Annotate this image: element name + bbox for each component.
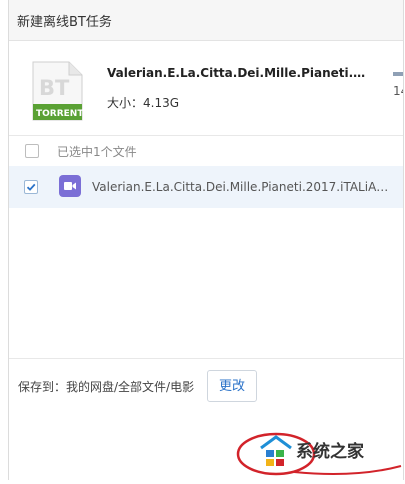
divider — [9, 135, 403, 136]
side-number: 14 — [393, 84, 403, 98]
change-path-button[interactable]: 更改 — [207, 370, 257, 402]
checkmark-icon — [26, 183, 36, 191]
select-all-checkbox[interactable] — [25, 144, 39, 158]
footer-divider — [9, 358, 403, 359]
torrent-size: 大小：4.13G — [107, 96, 180, 110]
file-row-name: Valerian.E.La.Citta.Dei.Mille.Pianeti.20… — [92, 180, 392, 194]
selection-summary: 已选中1个文件 — [57, 145, 137, 159]
side-progress-bar — [393, 72, 403, 76]
torrent-icon-label: BT — [39, 76, 70, 100]
watermark-text: 系统之家 — [296, 442, 364, 462]
torrent-name: Valerian.E.La.Citta.Dei.Mille.Pianeti.20… — [107, 66, 369, 80]
dialog-left-border — [8, 0, 9, 480]
offline-bt-dialog: 新建离线BT任务 BT TORRENT Valerian.E.La.Citta.… — [0, 0, 405, 480]
file-checkbox[interactable] — [24, 180, 38, 194]
torrent-file-icon: BT TORRENT — [31, 61, 84, 121]
save-path-label: 保存到：我的网盘/全部文件/电影 — [18, 380, 195, 394]
video-icon — [59, 175, 81, 197]
dialog-right-border — [403, 0, 404, 480]
torrent-icon-badge: TORRENT — [36, 109, 83, 119]
dialog-header: 新建离线BT任务 — [9, 0, 403, 41]
dialog-title: 新建离线BT任务 — [17, 15, 112, 30]
